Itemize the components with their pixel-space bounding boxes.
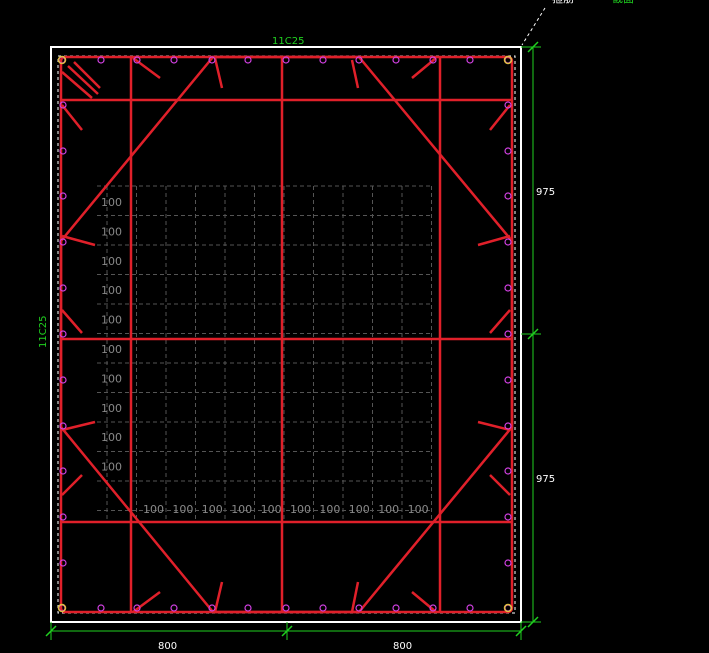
stirrup-hook	[61, 234, 96, 247]
bar-bottom	[97, 604, 105, 612]
grid-label-left: 100	[101, 372, 122, 385]
bar-right	[504, 147, 512, 155]
grid-label-left: 100	[101, 255, 122, 268]
bar-right	[504, 422, 512, 430]
stirrup-hook	[411, 591, 437, 613]
grid-label-bottom: 100	[261, 503, 282, 516]
rebar-top-label: 11C25	[272, 36, 304, 47]
grid-label-bottom: 100	[143, 503, 164, 516]
stirrup-hook	[489, 104, 511, 131]
bar-right	[504, 238, 512, 246]
section-outline	[50, 46, 522, 623]
dim-bottom-left: 800	[158, 641, 177, 652]
grid-label-bottom: 100	[172, 503, 193, 516]
bar-bottom	[319, 604, 327, 612]
stirrup-hook	[61, 309, 83, 334]
grid-label-left: 100	[101, 343, 122, 356]
cover-line	[57, 55, 516, 614]
stirrup-hook	[489, 474, 511, 496]
grid-label-left: 100	[101, 196, 122, 209]
grid-label-bottom: 100	[231, 503, 252, 516]
label-section: 截面	[612, 0, 634, 5]
bar-right	[504, 559, 512, 567]
stirrup-hook	[350, 59, 360, 89]
bar-bottom	[392, 604, 400, 612]
rebar-side-label: 11C25	[38, 316, 49, 348]
bar-bottom	[170, 604, 178, 612]
background-grid: 100 100 100 100 100 100 100 100 100 100 100 100 100 1…	[97, 185, 433, 520]
bar-bottom	[466, 604, 474, 612]
grid-label-bottom: 100	[378, 503, 399, 516]
dimension-lines	[45, 41, 541, 640]
grid-label-bottom: 100	[319, 503, 340, 516]
stirrup-hook	[213, 57, 224, 89]
dim-right-top: 975	[536, 187, 555, 198]
grid-label-bottom: 100	[290, 503, 311, 516]
grid-label-left: 100	[101, 284, 122, 297]
bar-right	[504, 284, 512, 292]
stirrup-hook	[132, 590, 161, 614]
grid-label-left: 100	[101, 225, 122, 238]
column-section-drawing: 箍筋 截面 1001001001001001001001001001001001…	[38, 0, 634, 652]
stirrup-hook	[213, 581, 224, 613]
grid-label-left: 100	[101, 402, 122, 415]
stirrup-hook	[132, 56, 161, 80]
stirrup-hook	[61, 474, 83, 496]
grid-label-bottom: 100	[408, 503, 429, 516]
bar-right	[504, 376, 512, 384]
stirrup-hook	[350, 581, 360, 613]
grid-label-left: 100	[101, 314, 122, 327]
grid-label-bottom: 100	[202, 503, 223, 516]
dim-bottom-right: 800	[393, 641, 412, 652]
bar-right	[504, 513, 512, 521]
stirrup-hook	[61, 420, 96, 432]
stirrup-hook	[489, 309, 511, 334]
label-stirrup: 箍筋	[552, 0, 574, 5]
stirrup-hook	[411, 57, 437, 79]
grid-label-left: 100	[101, 461, 122, 474]
grid-label-bottom: 100	[349, 503, 370, 516]
octagon-stirrup	[59, 55, 514, 614]
leader-line	[521, 7, 546, 46]
stirrups	[59, 55, 514, 614]
bar-right	[504, 192, 512, 200]
bar-bottom	[244, 604, 252, 612]
grid-label-left: 100	[101, 431, 122, 444]
bar-right	[504, 467, 512, 475]
bar-bottom	[282, 604, 290, 612]
stirrup-hook	[61, 104, 83, 131]
dim-right-bottom: 975	[536, 474, 555, 485]
bar-right	[504, 330, 512, 338]
outer-stirrup	[59, 55, 514, 614]
